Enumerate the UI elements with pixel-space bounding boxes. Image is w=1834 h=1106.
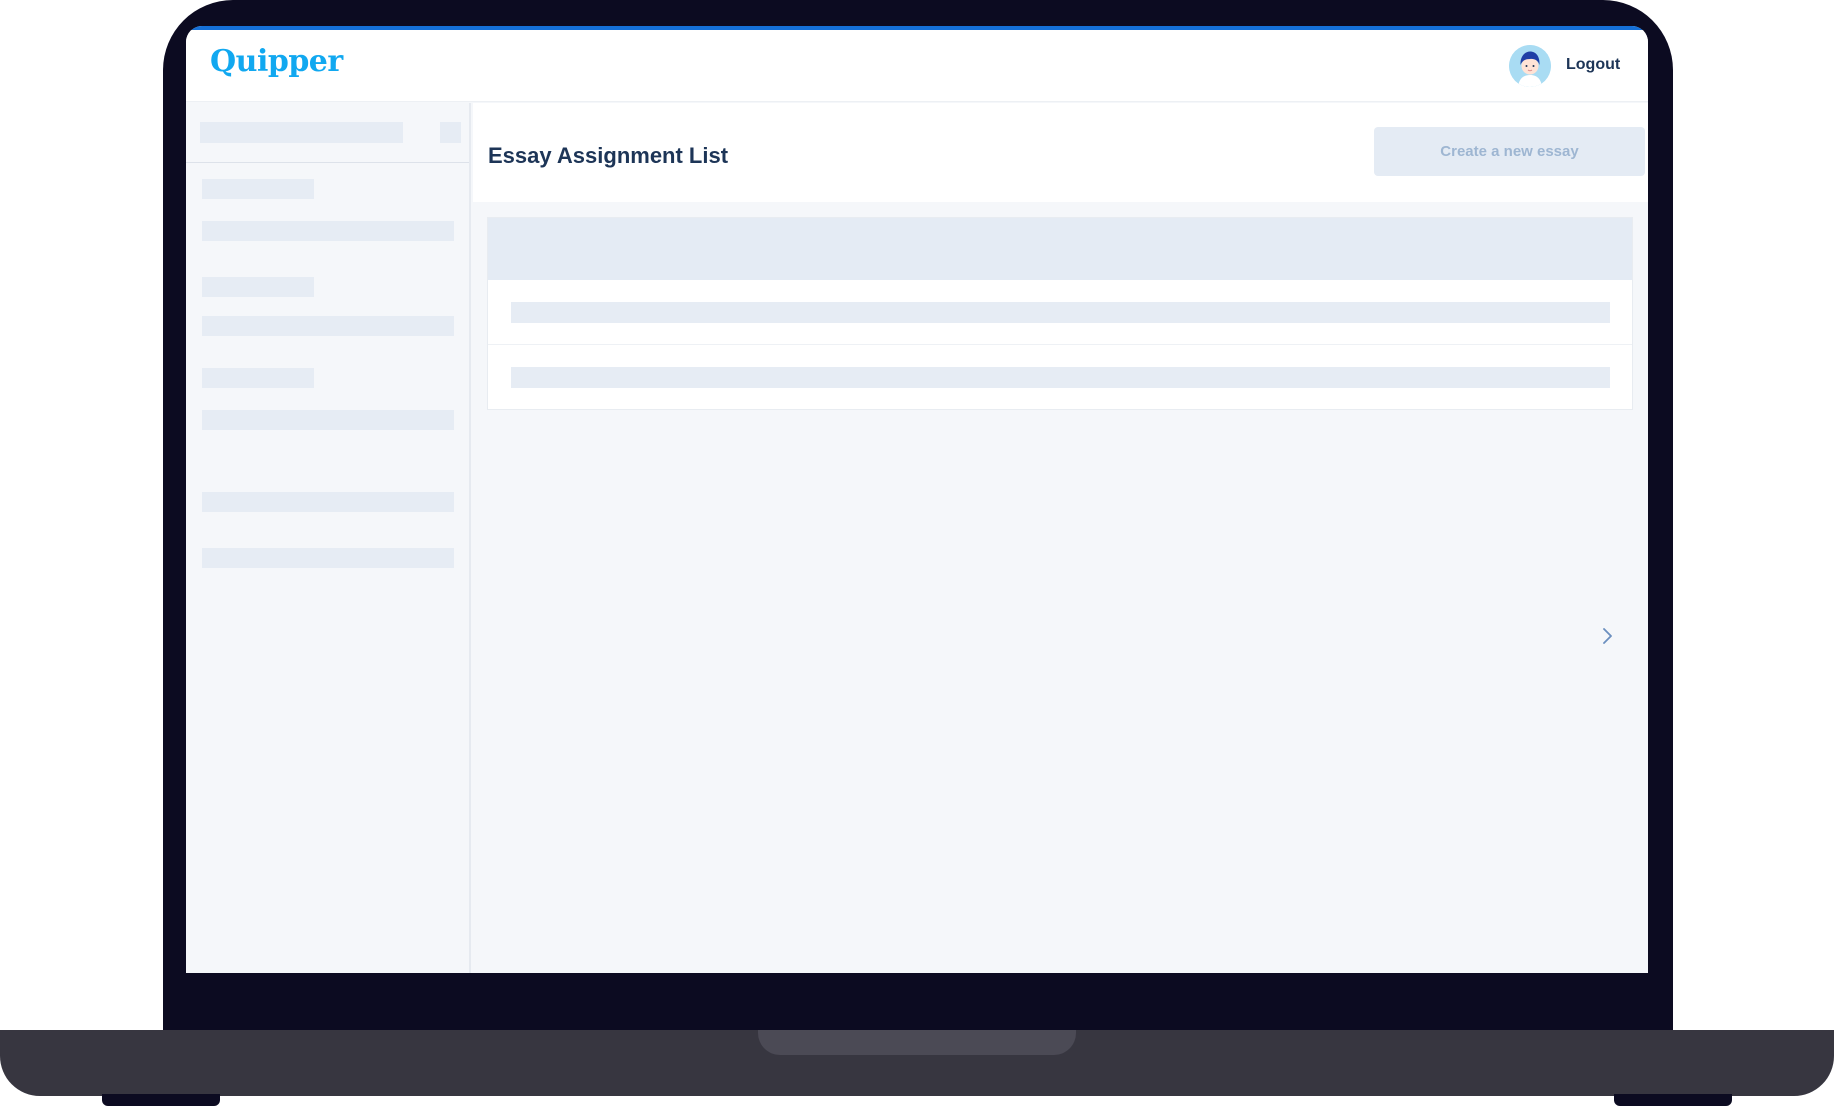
sidebar-skeleton-item: [202, 548, 454, 568]
sidebar: [186, 103, 471, 973]
chevron-right-icon[interactable]: [1595, 624, 1619, 648]
student-avatar-icon[interactable]: [1509, 45, 1551, 87]
create-essay-button[interactable]: Create a new essay: [1374, 127, 1645, 176]
table-row[interactable]: [488, 280, 1632, 345]
table-header-skeleton: [488, 218, 1632, 280]
table-row-skeleton: [511, 367, 1610, 388]
sidebar-skeleton-item: [202, 221, 454, 241]
sidebar-skeleton-label: [202, 368, 314, 388]
page-title: Essay Assignment List: [488, 143, 729, 168]
sidebar-skeleton-item: [202, 492, 454, 512]
sidebar-skeleton-label: [202, 277, 314, 297]
table-row-skeleton: [511, 302, 1610, 323]
logout-link[interactable]: Logout: [1566, 56, 1620, 74]
table-row[interactable]: [488, 345, 1632, 410]
sidebar-skeleton-item: [202, 316, 454, 336]
app-screen: Quipper Logout Essay Assignment List Cre…: [186, 26, 1648, 973]
sidebar-top: [186, 103, 469, 163]
sidebar-skeleton-toggle: [440, 122, 461, 143]
avatar-illustration: [1509, 45, 1551, 87]
quipper-logo[interactable]: Quipper: [210, 44, 343, 79]
sidebar-skeleton-item: [202, 410, 454, 430]
app-header: Quipper Logout: [186, 30, 1648, 102]
main-header: Essay Assignment List Create a new essay: [473, 103, 1648, 202]
sidebar-skeleton-title: [200, 122, 403, 143]
laptop-notch: [758, 1030, 1076, 1055]
sidebar-skeleton-label: [202, 179, 314, 199]
laptop-foot-right: [1614, 1094, 1732, 1106]
chevron-right-glyph: [1603, 628, 1612, 644]
laptop-foot-left: [102, 1094, 220, 1106]
essay-list-table: [487, 217, 1633, 410]
